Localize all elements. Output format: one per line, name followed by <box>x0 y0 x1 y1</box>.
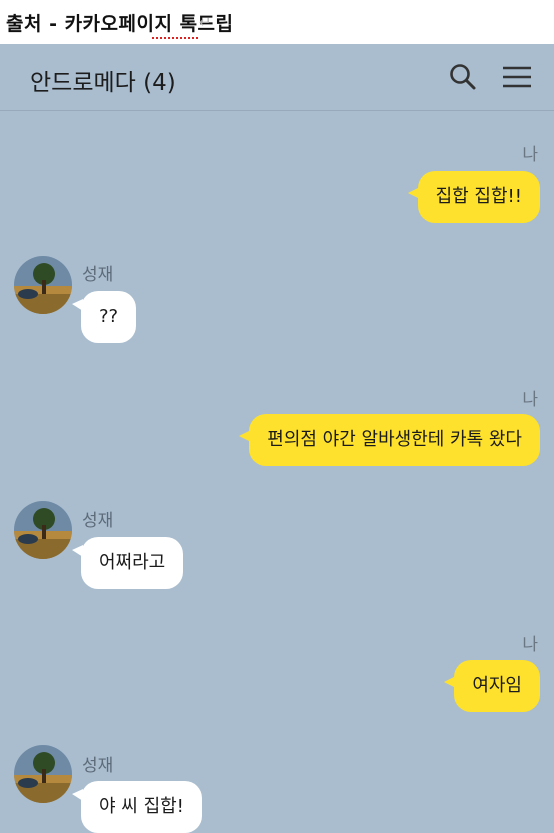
message-bubble-mine[interactable]: 여자임 <box>444 660 540 712</box>
sender-name-me: 나 <box>522 145 538 165</box>
sender-name-me: 나 <box>522 635 538 655</box>
avatar[interactable] <box>14 501 72 559</box>
sender-name: 성재 <box>82 265 114 285</box>
chat-title: 안드로메다 (4) <box>30 70 176 96</box>
return-arrow-icon: ↵ <box>199 13 212 31</box>
message-bubble-theirs[interactable]: 야 씨 집합! <box>81 781 202 833</box>
message-bubble-theirs[interactable]: 어쩌라고 <box>81 537 184 589</box>
search-icon[interactable] <box>448 62 478 92</box>
avatar[interactable] <box>14 745 72 803</box>
source-caption-bar: 출처 - 카카오페이지 톡드립 ↵ <box>0 0 554 44</box>
message-bubble-theirs[interactable]: ?? <box>81 291 137 343</box>
menu-icon[interactable] <box>500 62 534 92</box>
sender-name: 성재 <box>82 756 114 776</box>
message-bubble-mine[interactable]: 편의점 야간 알바생한테 카톡 왔다 <box>239 414 540 466</box>
spellcheck-underline <box>152 34 198 39</box>
avatar[interactable] <box>14 256 72 314</box>
message-bubble-mine[interactable]: 집합 집합!! <box>407 171 540 223</box>
sender-name-me: 나 <box>522 390 538 410</box>
chat-header: 안드로메다 (4) <box>0 44 554 111</box>
sender-name: 성재 <box>82 511 114 531</box>
